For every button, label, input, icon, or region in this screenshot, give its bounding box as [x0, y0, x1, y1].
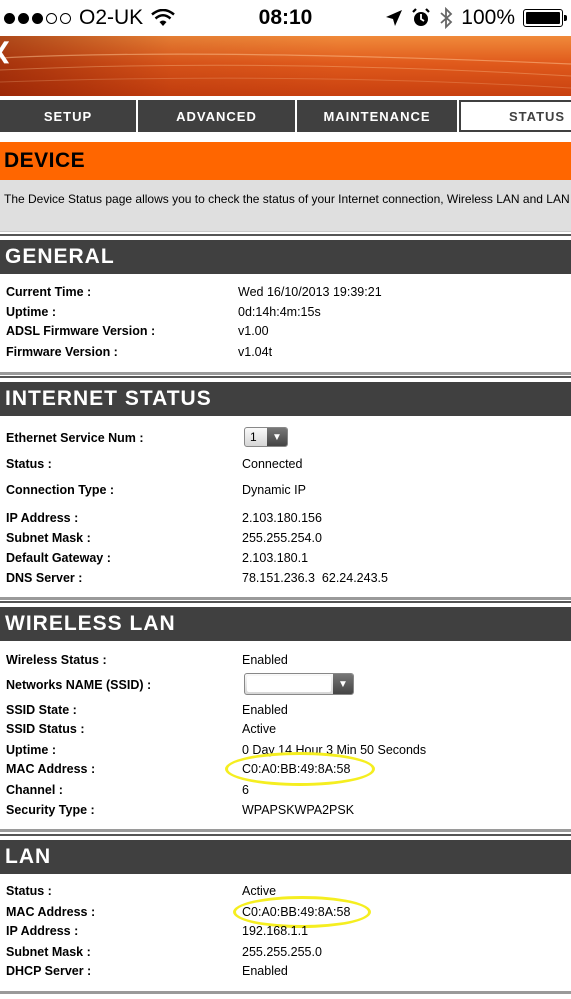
ethernet-service-select[interactable]: 1 ▼: [244, 427, 288, 447]
page-description: The Device Status page allows you to che…: [0, 180, 571, 232]
bluetooth-icon: [440, 7, 453, 29]
divider: [0, 829, 571, 832]
battery-percent: 100%: [461, 6, 515, 29]
header-banner: ❮: [0, 36, 571, 96]
wireless-row: Security Type : WPAPSKWPA2PSK: [6, 803, 355, 817]
back-chevron-icon[interactable]: ❮: [0, 38, 12, 64]
tab-advanced[interactable]: ADVANCED: [138, 100, 297, 132]
lan-row: IP Address :192.168.1.1: [6, 924, 309, 938]
page-title: DEVICE: [0, 142, 571, 180]
lan-row: Subnet Mask :255.255.255.0: [6, 945, 322, 959]
general-row: Current Time : Wed 16/10/2013 19:39:21: [6, 285, 382, 299]
ios-status-bar: O2-UK 08:10 100%: [0, 0, 571, 36]
general-row: Uptime :0d:14h:4m:15s: [6, 305, 321, 319]
internet-row: Subnet Mask :255.255.254.0: [6, 531, 322, 545]
section-general-header: GENERAL: [0, 236, 571, 274]
alarm-clock-icon: [412, 8, 431, 26]
tab-setup[interactable]: SETUP: [0, 100, 138, 132]
general-row: Firmware Version : v1.04t: [6, 345, 273, 359]
battery-icon: [523, 9, 567, 27]
lan-row: DHCP Server : Enabled: [6, 964, 288, 978]
internet-row: Connection Type : Dynamic IP: [6, 483, 306, 497]
wireless-row: SSID State : Enabled: [6, 703, 288, 717]
general-row: ADSL Firmware Version : v1.00: [6, 324, 269, 338]
internet-row: Default Gateway :2.103.180.1: [6, 551, 309, 565]
internet-row: IP Address :2.103.180.156: [6, 511, 322, 525]
wireless-row: SSID Status : Active: [6, 722, 277, 736]
status-right: 100%: [385, 6, 567, 30]
nav-tabs: SETUP ADVANCED MAINTENANCE STATUS: [0, 100, 571, 132]
section-internet-header: INTERNET STATUS: [0, 378, 571, 416]
divider: [0, 991, 571, 994]
internet-row: DNS Server :78.151.236.3 62.24.243.5: [6, 571, 388, 585]
divider: [0, 597, 571, 600]
tab-maintenance[interactable]: MAINTENANCE: [297, 100, 459, 132]
divider: [0, 372, 571, 375]
tab-status[interactable]: STATUS: [459, 100, 571, 132]
location-arrow-icon: [386, 10, 403, 26]
chevron-down-icon: ▼: [333, 674, 353, 694]
wireless-row: Wireless Status : Enabled: [6, 653, 288, 667]
chevron-down-icon: ▼: [267, 428, 287, 446]
section-wireless-header: WIRELESS LAN: [0, 603, 571, 641]
section-lan-header: LAN: [0, 836, 571, 874]
ssid-select[interactable]: ▼: [244, 673, 354, 695]
wireless-row: Channel :6: [6, 783, 249, 797]
internet-row: Status : Connected: [6, 457, 303, 471]
